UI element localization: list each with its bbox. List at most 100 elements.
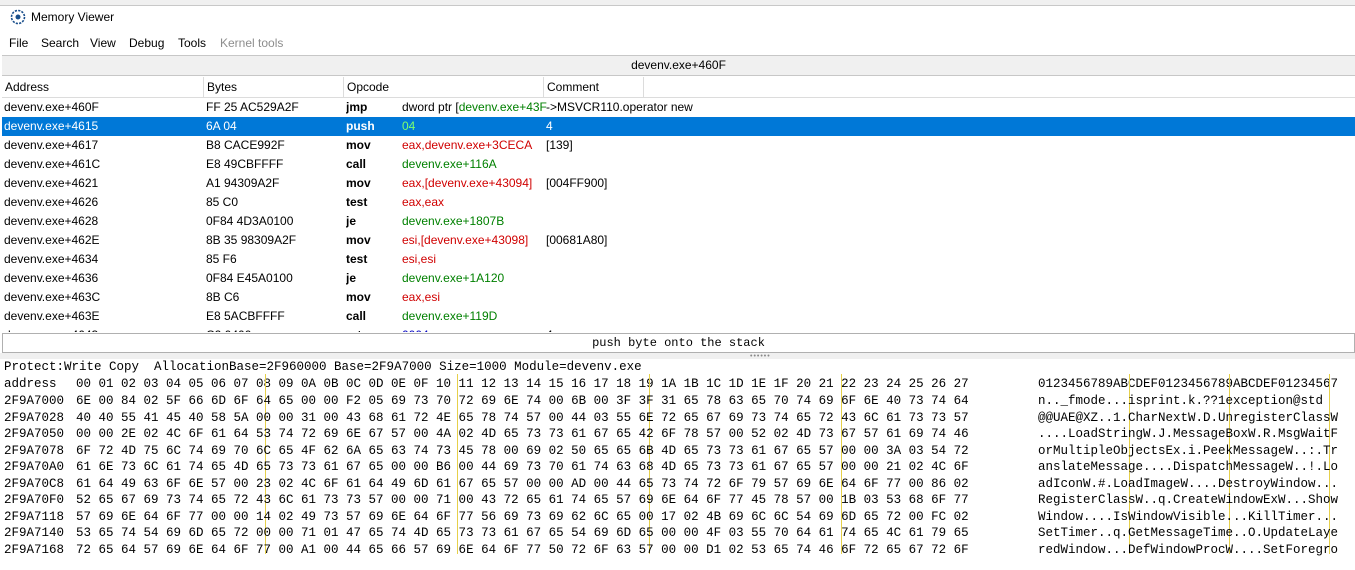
disasm-address: devenv.exe+4643 xyxy=(4,326,204,332)
hex-address: 2F9A7140 xyxy=(4,526,65,540)
hex-row[interactable]: 2F9A70A0 61 6E 73 6C 61 74 65 4D 65 73 73… xyxy=(2,459,1355,476)
menu-debug[interactable]: Debug xyxy=(129,36,164,50)
disasm-bytes: E8 49CBFFFF xyxy=(206,157,284,171)
hex-bytes: 40 40 55 41 45 40 58 5A 00 00 31 00 43 6… xyxy=(76,410,969,425)
hex-bytes: 6E 00 84 02 5F 66 6D 6F 64 65 00 00 F2 0… xyxy=(76,394,969,408)
operand-part: devenv.exe+43FB0 xyxy=(458,100,547,114)
disasm-row[interactable]: devenv.exe+4621 A1 94309A2F mov eax,[devenv… xyxy=(2,174,1355,193)
cheat-engine-icon xyxy=(10,9,26,25)
hex-row[interactable]: 2F9A7168 72 65 64 57 69 6E 64 6F 77 00 A1… xyxy=(2,542,1355,559)
disasm-comment: 4 xyxy=(546,119,553,133)
hex-row[interactable]: 2F9A70F0 52 65 67 69 73 74 65 72 43 6C 61… xyxy=(2,492,1355,509)
disasm-bytes: 6A 04 xyxy=(206,119,237,133)
hex-row[interactable]: 2F9A7118 57 69 6E 64 6F 77 00 00 14 02 49… xyxy=(2,509,1355,526)
menu-tools[interactable]: Tools xyxy=(178,36,206,50)
hex-row[interactable]: 2F9A7140 53 65 74 54 69 6D 65 72 00 00 71… xyxy=(2,525,1355,542)
disasm-bytes: 8B 35 98309A2F xyxy=(206,233,297,247)
title-bar[interactable]: Memory Viewer xyxy=(0,6,1355,32)
hex-header-ascii: 0123456789ABCDEF0123456789ABCDEF01234567 xyxy=(1038,377,1339,391)
hex-address: 2F9A7050 xyxy=(4,427,65,441)
hex-row[interactable]: 2F9A7078 6F 72 4D 75 6C 74 69 70 6C 65 4F… xyxy=(2,443,1355,460)
disasm-row[interactable]: devenv.exe+463C 8B C6 mov eax,esi xyxy=(2,288,1355,307)
disasm-row[interactable]: devenv.exe+4617 B8 CACE992F mov eax,devenv.… xyxy=(2,136,1355,155)
operand-part: devenv.exe+119D xyxy=(402,309,498,323)
disasm-comment: [00681A80] xyxy=(546,233,608,247)
hex-ascii: anslateMessage....DispatchMessageW..!.Lo xyxy=(1038,460,1339,474)
hex-bytes: 72 65 64 57 69 6E 64 6F 77 00 A1 00 44 6… xyxy=(76,542,969,557)
operand-part: eax, xyxy=(402,138,425,152)
disasm-row[interactable]: devenv.exe+461C E8 49CBFFFF call devenv.exe… xyxy=(2,155,1355,174)
column-header-bytes[interactable]: Bytes xyxy=(204,77,344,98)
disasm-row[interactable]: devenv.exe+4626 85 C0 test eax,eax xyxy=(2,193,1355,212)
disasm-row[interactable]: devenv.exe+462E 8B 35 98309A2F mov esi,[dev… xyxy=(2,231,1355,250)
disasm-address: devenv.exe+4636 xyxy=(4,271,99,285)
disasm-row[interactable]: devenv.exe+4636 0F84 E45A0100 je devenv.exe… xyxy=(2,269,1355,288)
menu-file[interactable]: File xyxy=(9,36,28,50)
disasm-operands: eax,[devenv.exe+43094] xyxy=(402,174,547,193)
disasm-bytes: B8 CACE992F xyxy=(206,138,285,152)
operand-part: eax,eax xyxy=(402,195,445,209)
disasm-address: devenv.exe+463E xyxy=(4,309,100,323)
disasm-operands: eax,eax xyxy=(402,193,547,212)
disasm-address: devenv.exe+4628 xyxy=(4,214,99,228)
hex-view[interactable]: Protect:Write Copy AllocationBase=2F9600… xyxy=(2,359,1355,570)
disasm-comment: [004FF900] xyxy=(546,176,608,190)
hex-row[interactable]: 2F9A7028 40 40 55 41 45 40 58 5A 00 00 31… xyxy=(2,410,1355,427)
hex-row[interactable]: 2F9A7050 00 00 2E 02 4C 6F 61 64 53 74 72… xyxy=(2,426,1355,443)
operand-part: eax, xyxy=(402,176,425,190)
disasm-operands: devenv.exe+119D xyxy=(402,307,547,326)
operand-part: 0004 xyxy=(402,328,429,332)
disasm-opcode: call xyxy=(346,157,367,171)
disasm-row[interactable]: devenv.exe+463E E8 5ACBFFFF call devenv.exe… xyxy=(2,307,1355,326)
hex-ascii: orMultipleObjectsEx.i.PeekMessageW..:.Tr xyxy=(1038,443,1339,458)
disasm-row[interactable]: devenv.exe+4628 0F84 4D3A0100 je devenv.exe… xyxy=(2,212,1355,231)
hex-address: 2F9A7078 xyxy=(4,443,65,458)
disasm-opcode: mov xyxy=(346,176,371,190)
disasm-bytes: C2 0400 xyxy=(206,326,346,332)
disasm-comment: [139] xyxy=(546,138,573,152)
disasm-opcode: call xyxy=(346,309,367,323)
disasm-row[interactable]: devenv.exe+4643C2 0400ret0004 4 xyxy=(2,326,1355,332)
menu-kernel-tools: Kernel tools xyxy=(220,36,284,50)
hex-address: 2F9A70F0 xyxy=(4,493,65,507)
disasm-row[interactable]: devenv.exe+460F FF 25 AC529A2F jmp dword pt… xyxy=(2,98,1355,117)
hex-bytes: 61 64 49 63 6F 6E 57 00 23 02 4C 6F 61 6… xyxy=(76,476,969,491)
disasm-row[interactable]: devenv.exe+4615 6A 04 push 04 4 xyxy=(2,117,1355,136)
hex-address: 2F9A7118 xyxy=(4,509,65,524)
hex-ascii: ....LoadStringW.J.MessageBoxW.R.MsgWaitF xyxy=(1038,427,1339,441)
hex-ascii: @@UAE@XZ..1.CharNextW.D.UnregisterClassW xyxy=(1038,410,1339,425)
disasm-address: devenv.exe+460F xyxy=(4,100,99,114)
disassembler-column-header: Address Bytes Opcode Comment xyxy=(2,77,1355,98)
hex-header-bytes: 00 01 02 03 04 05 06 07 08 09 0A 0B 0C 0… xyxy=(76,377,969,391)
disasm-bytes: 85 F6 xyxy=(206,252,237,266)
hex-bytes: 00 00 2E 02 4C 6F 61 64 53 74 72 69 6E 6… xyxy=(76,427,969,441)
disasm-operands: dword ptr [devenv.exe+43FB0] xyxy=(402,98,547,117)
disasm-opcode: test xyxy=(346,195,368,209)
hex-bytes: 57 69 6E 64 6F 77 00 00 14 02 49 73 57 6… xyxy=(76,509,969,524)
menu-bar: File Search View Debug Tools Kernel tool… xyxy=(0,33,1355,53)
disassembler-address-header[interactable]: devenv.exe+460F xyxy=(2,56,1355,76)
disasm-bytes: A1 94309A2F xyxy=(206,176,280,190)
hex-row[interactable]: 2F9A7000 6E 00 84 02 5F 66 6D 6F 64 65 00… xyxy=(2,393,1355,410)
operand-part: devenv.exe+1A120 xyxy=(402,271,505,285)
disassembler-view[interactable]: devenv.exe+460F Address Bytes Opcode Com… xyxy=(2,55,1355,332)
hex-address: 2F9A70C8 xyxy=(4,476,65,491)
disasm-row[interactable]: devenv.exe+4634 85 F6 test esi,esi xyxy=(2,250,1355,269)
menu-view[interactable]: View xyxy=(90,36,116,50)
instruction-description: push byte onto the stack xyxy=(2,333,1355,353)
hex-address: 2F9A7168 xyxy=(4,542,65,557)
column-header-opcode[interactable]: Opcode xyxy=(344,77,544,98)
hex-bytes: 61 6E 73 6C 61 74 65 4D 65 73 73 61 67 6… xyxy=(76,460,969,474)
disasm-address: devenv.exe+4634 xyxy=(4,252,99,266)
column-header-address[interactable]: Address xyxy=(2,77,204,98)
disasm-address: devenv.exe+463C xyxy=(4,290,101,304)
disasm-opcode: mov xyxy=(346,233,371,247)
disasm-address: devenv.exe+4617 xyxy=(4,138,99,152)
disasm-operands: esi,esi xyxy=(402,250,547,269)
disasm-opcode: je xyxy=(346,271,357,285)
disasm-address: devenv.exe+461C xyxy=(4,157,101,171)
hex-row[interactable]: 2F9A70C8 61 64 49 63 6F 6E 57 00 23 02 4C… xyxy=(2,476,1355,493)
column-header-comment[interactable]: Comment xyxy=(544,77,644,98)
hex-ascii: adIconW.#.LoadImageW....DestroyWindow... xyxy=(1038,476,1339,491)
menu-search[interactable]: Search xyxy=(41,36,79,50)
